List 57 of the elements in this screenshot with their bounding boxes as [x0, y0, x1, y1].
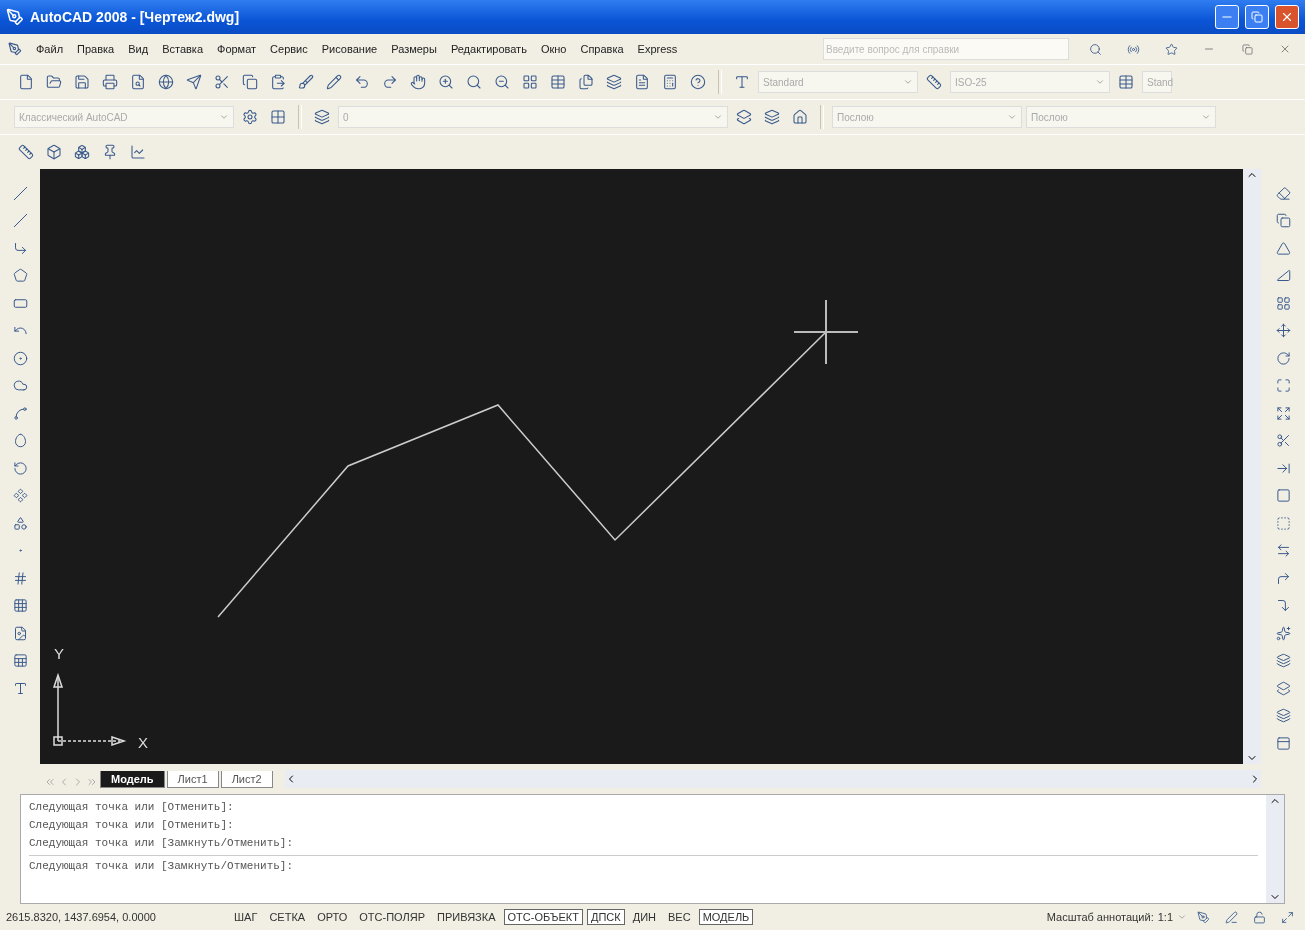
caret-icon	[1177, 912, 1187, 922]
caret-icon	[713, 112, 723, 122]
status-toggle[interactable]: ПРИВЯЗКА	[433, 909, 500, 925]
caret-icon	[1201, 112, 1211, 122]
first-tab-icon[interactable]	[44, 776, 56, 788]
close-icon	[1280, 10, 1294, 24]
status-toggle[interactable]: ОРТО	[313, 909, 352, 925]
app-icon	[6, 8, 24, 26]
restore-icon	[1251, 11, 1263, 23]
menu-item[interactable]: Справка	[580, 43, 624, 55]
last-tab-icon[interactable]	[86, 776, 98, 788]
restore-button[interactable]	[1245, 5, 1269, 29]
status-toggle[interactable]: ДИН	[628, 909, 660, 925]
help-search-field[interactable]: Введите вопрос для справки	[823, 38, 1069, 60]
menu-item[interactable]: Вставка	[162, 43, 203, 55]
coordinates-readout: 2615.8320, 1437.6954, 0.0000	[6, 911, 157, 923]
menu-item[interactable]: Рисование	[321, 43, 378, 55]
annotation-scale-select[interactable]: 1:1	[1157, 911, 1173, 923]
layout-tab[interactable]: Модель	[100, 771, 165, 788]
status-toggle[interactable]: СЕТКА	[265, 909, 310, 925]
menu-item[interactable]: Файл	[36, 43, 64, 55]
menu-item[interactable]: Сервис	[270, 43, 308, 55]
ucs-axis-icon	[52, 672, 127, 747]
menu-item[interactable]: Вид	[128, 43, 149, 55]
menu-item[interactable]: Редактировать	[450, 43, 527, 55]
layout-tab[interactable]: Лист2	[220, 771, 273, 788]
vertical-scrollbar[interactable]	[1243, 169, 1261, 764]
status-toggle[interactable]: ОТС-ПОЛЯР	[355, 909, 430, 925]
caret-icon	[219, 112, 229, 122]
command-history-line: Следующая точка или [Отменить]:	[29, 819, 235, 831]
menu-item[interactable]: Формат	[217, 43, 257, 55]
caret-icon	[903, 77, 913, 87]
command-history-line: Следующая точка или [Отменить]:	[29, 801, 235, 813]
status-toggle[interactable]: ШАГ	[230, 909, 262, 925]
menu-item[interactable]: Правка	[77, 43, 115, 55]
status-toggle[interactable]: ВЕС	[664, 909, 695, 925]
menu-item[interactable]: Размеры	[391, 43, 437, 55]
caret-icon	[1007, 112, 1017, 122]
caret-icon	[1095, 77, 1105, 87]
menu-item[interactable]: Express	[637, 43, 678, 55]
command-history-line: Следующая точка или [Замкнуть/Отменить]:	[29, 837, 295, 849]
crosshair-cursor	[793, 299, 859, 365]
command-scrollbar[interactable]	[1266, 795, 1284, 903]
command-prompt[interactable]: Следующая точка или [Замкнуть/Отменить]:	[29, 860, 294, 872]
status-toggle[interactable]: МОДЕЛЬ	[698, 909, 754, 925]
close-button[interactable]	[1275, 5, 1299, 29]
layout-tab[interactable]: Лист1	[166, 771, 219, 788]
menu-item[interactable]: Окно	[540, 43, 567, 55]
status-toggle[interactable]: ДПСК	[587, 909, 625, 925]
y-axis-label: Y	[54, 645, 64, 662]
drawing-canvas[interactable]: Y X	[40, 169, 1243, 764]
annotation-scale-label: Масштаб аннотаций:	[1046, 911, 1154, 923]
window-title: AutoCAD 2008 - [Чертеж2.dwg]	[30, 9, 241, 25]
x-axis-label: X	[138, 734, 148, 751]
status-toggle[interactable]: ОТС-ОБЪЕКТ	[503, 909, 583, 925]
horizontal-scrollbar[interactable]	[284, 770, 1261, 788]
minimize-button[interactable]	[1215, 5, 1239, 29]
